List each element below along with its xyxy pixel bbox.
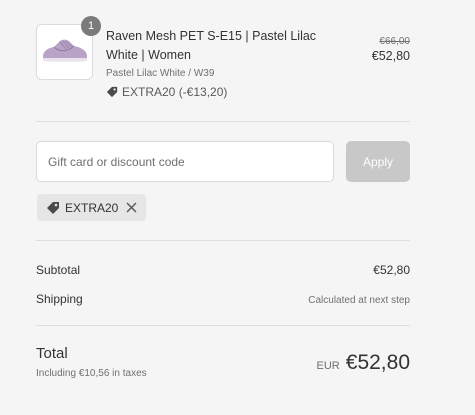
divider [36,121,410,122]
subtotal-value: €52,80 [373,263,410,277]
applied-discount-code: EXTRA20 [65,200,119,215]
subtotal-label: Subtotal [36,263,81,277]
divider [36,325,410,326]
original-price: €66,00 [379,36,410,47]
total-label: Total [36,345,68,362]
product-discount-label: EXTRA20 (-€13,20) [122,85,228,99]
quantity-badge: 1 [81,16,101,36]
product-title: Raven Mesh PET S-E15 | Pastel Lilac Whit… [106,29,317,62]
product-prices: €66,00 €52,80 [372,36,410,63]
tag-icon [106,86,118,98]
close-icon[interactable] [126,202,137,213]
product-thumbnail: 1 [36,16,101,80]
total-value: €52,80 [345,351,410,374]
divider [36,240,410,241]
total-row: Total Including €10,56 in taxes EUR €52,… [36,345,410,385]
sneaker-image [43,39,87,62]
tag-icon [47,201,59,214]
subtotal-row: Subtotal €52,80 [36,263,410,277]
tax-note: Including €10,56 in taxes [36,368,147,379]
line-item: 1 Raven Mesh PET S-E15 | Pastel Lilac Wh… [36,16,410,104]
product-info: Raven Mesh PET S-E15 | Pastel Lilac Whit… [106,27,331,99]
shipping-row: Shipping Calculated at next step [36,292,410,306]
shipping-value: Calculated at next step [308,295,410,306]
apply-button[interactable]: Apply [346,141,410,182]
order-summary: 1 Raven Mesh PET S-E15 | Pastel Lilac Wh… [0,0,475,415]
applied-discount-chip: EXTRA20 [37,194,147,221]
discount-code-input[interactable] [36,141,334,182]
product-discount: EXTRA20 (-€13,20) [106,85,331,99]
product-variant: Pastel Lilac White / W39 [106,68,215,79]
total-amount: EUR €52,80 [317,351,410,375]
currency-code: EUR [316,360,340,372]
shipping-label: Shipping [36,292,83,306]
discounted-price: €52,80 [371,49,410,63]
